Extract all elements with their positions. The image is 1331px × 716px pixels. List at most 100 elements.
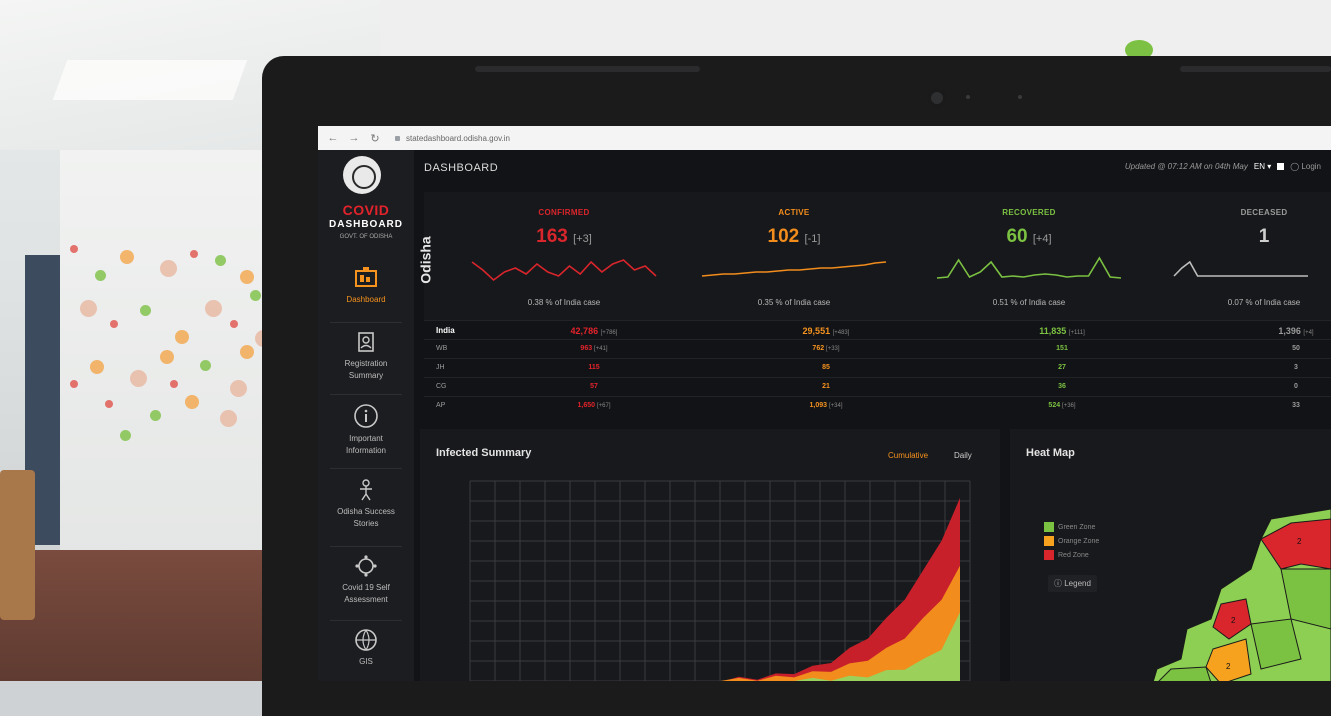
confirmed-cell: 57: [590, 383, 598, 390]
stat-value: 1: [1258, 226, 1270, 247]
sticky-note: [130, 370, 147, 387]
stat-label: DECEASED: [1240, 208, 1288, 217]
deceased-cell: 3: [1294, 364, 1298, 371]
sticky-note: [70, 380, 78, 388]
table-row[interactable]: JH 115 85 27 3: [424, 358, 1331, 378]
legend-swatch: [1044, 522, 1054, 532]
divider: [330, 468, 402, 469]
success-stories-icon: [360, 479, 372, 501]
recovered-cell: 27: [1058, 364, 1066, 371]
state-code: WB: [436, 345, 448, 352]
page-title: DASHBOARD: [424, 162, 499, 174]
theme-toggle-icon[interactable]: [1277, 163, 1285, 170]
divider: [330, 394, 402, 395]
recovered-cell: 151: [1056, 345, 1068, 352]
india-total-row[interactable]: India 42,786 [+786] 29,551 [+483] 11,835 [+…: [424, 320, 1331, 340]
stat-value: 102 [-1]: [767, 226, 821, 247]
sidebar-item-label: Registration Summary: [344, 359, 388, 380]
sidebar-item-covid-self-assessment[interactable]: Covid 19 Self Assessment: [318, 554, 414, 606]
district-label: 2: [1226, 662, 1231, 671]
sticky-note: [240, 345, 254, 359]
sticky-note: [230, 380, 247, 397]
sticky-note: [250, 290, 261, 301]
sidebar-item-dashboard[interactable]: Dashboard: [318, 266, 414, 306]
legend-button[interactable]: ⓘ Legend: [1048, 575, 1097, 592]
state-code: AP: [436, 402, 446, 409]
sparkline-path: [936, 256, 1122, 279]
reload-icon[interactable]: ↻: [369, 132, 381, 145]
camera-indicator: [1018, 95, 1022, 99]
state-code: India: [436, 326, 455, 335]
panel-title: Heat Map: [1026, 447, 1075, 459]
sticky-note: [160, 350, 174, 364]
ceiling-light: [52, 60, 248, 100]
stat-card-deceased[interactable]: DECEASED 1 0.07 % of India case: [1164, 192, 1331, 317]
odisha-district-map[interactable]: 2 2 2: [1151, 509, 1331, 681]
heat-map-legend: Green Zone Orange Zone Red Zone: [1044, 522, 1099, 564]
confirmed-cell: 1,650 [+67]: [577, 402, 611, 409]
legend-swatch: [1044, 536, 1054, 546]
sparkline: [471, 259, 657, 282]
sticky-note: [185, 395, 199, 409]
forward-icon[interactable]: →: [348, 132, 360, 144]
carpet-floor: [0, 550, 280, 681]
sidebar-item-important-information[interactable]: Important Information: [318, 403, 414, 457]
back-icon[interactable]: ←: [327, 132, 339, 144]
sparkline-path: [1173, 260, 1308, 277]
table-row[interactable]: AP 1,650 [+67] 1,093 [+34] 524 [+36] 33: [424, 396, 1331, 416]
odisha-emblem-logo: [343, 156, 381, 194]
legend-swatch: [1044, 550, 1054, 560]
sidebar-item-label: Dashboard: [346, 295, 386, 304]
stat-card-active[interactable]: ACTIVE 102 [-1] 0.35 % of India case: [694, 192, 894, 317]
toggle-cumulative[interactable]: Cumulative: [888, 451, 928, 460]
sparkline: [1173, 260, 1308, 277]
stat-percent: 0.07 % of India case: [1227, 298, 1301, 307]
webcam-icon: [926, 87, 948, 109]
laptop-screen: ← → ↻ statedashboard.odisha.gov.in COVID…: [318, 126, 1331, 681]
header-status: Updated @ 07:12 AM on 04th May EN ▾ ◯ Lo…: [1125, 162, 1321, 171]
stat-value: 60 [+4]: [1006, 226, 1052, 247]
globe-icon: [355, 629, 377, 651]
stat-card-recovered[interactable]: RECOVERED 60 [+4] 0.51 % of India case: [929, 192, 1129, 317]
recovered-cell: 11,835 [+111]: [1039, 326, 1085, 336]
panel-title: Infected Summary: [436, 447, 532, 459]
sidebar-item-gis[interactable]: GIS: [318, 628, 414, 668]
language-select[interactable]: EN ▾: [1254, 162, 1271, 171]
stat-label: ACTIVE: [778, 208, 810, 217]
login-link[interactable]: ◯ Login: [1290, 162, 1321, 171]
stat-label: CONFIRMED: [538, 208, 590, 217]
district-label: 2: [1297, 537, 1302, 546]
summary-panel: Odisha CONFIRMED 163 [+3] 0.38 % of India …: [418, 192, 1331, 320]
sticky-note: [150, 410, 161, 421]
sticky-note: [90, 360, 104, 374]
legend-item: Green Zone: [1044, 522, 1099, 532]
sticky-note: [230, 320, 238, 328]
table-row[interactable]: CG 57 21 36 0: [424, 377, 1331, 397]
stat-delta: [-1]: [804, 233, 821, 245]
stat-card-confirmed[interactable]: CONFIRMED 163 [+3] 0.38 % of India case: [464, 192, 664, 317]
sticky-note: [190, 250, 198, 258]
confirmed-cell: 115: [588, 364, 600, 371]
stat-value: 163 [+3]: [536, 226, 592, 247]
lock-icon: [395, 135, 400, 141]
brand-govt: GOVT. OF ODISHA: [339, 234, 393, 240]
sticky-note: [240, 270, 254, 284]
district-label: 2: [1231, 616, 1236, 625]
address-bar[interactable]: statedashboard.odisha.gov.in: [395, 134, 510, 143]
table-row[interactable]: WB 963 [+41] 762 [+33] 151 50: [424, 339, 1331, 359]
stat-label: RECOVERED: [1002, 208, 1056, 217]
recovered-cell: 36: [1058, 383, 1066, 390]
sidebar: COVID DASHBOARD GOVT. OF ODISHA Dashboar…: [318, 150, 414, 681]
active-cell: 85: [822, 364, 830, 371]
url-text: statedashboard.odisha.gov.in: [406, 133, 510, 143]
sidebar-item-registration-summary[interactable]: Registration Summary: [318, 330, 414, 382]
active-cell: 762 [+33]: [812, 345, 840, 352]
sidebar-item-odisha-success-stories[interactable]: Odisha Success Stories: [318, 478, 414, 530]
sticky-note: [140, 305, 151, 316]
toggle-daily[interactable]: Daily: [954, 451, 972, 460]
sticky-note: [170, 380, 178, 388]
divider: [330, 546, 402, 547]
infected-area-chart: [469, 480, 971, 681]
sticky-note: [70, 245, 78, 253]
deceased-cell: 0: [1294, 383, 1298, 390]
